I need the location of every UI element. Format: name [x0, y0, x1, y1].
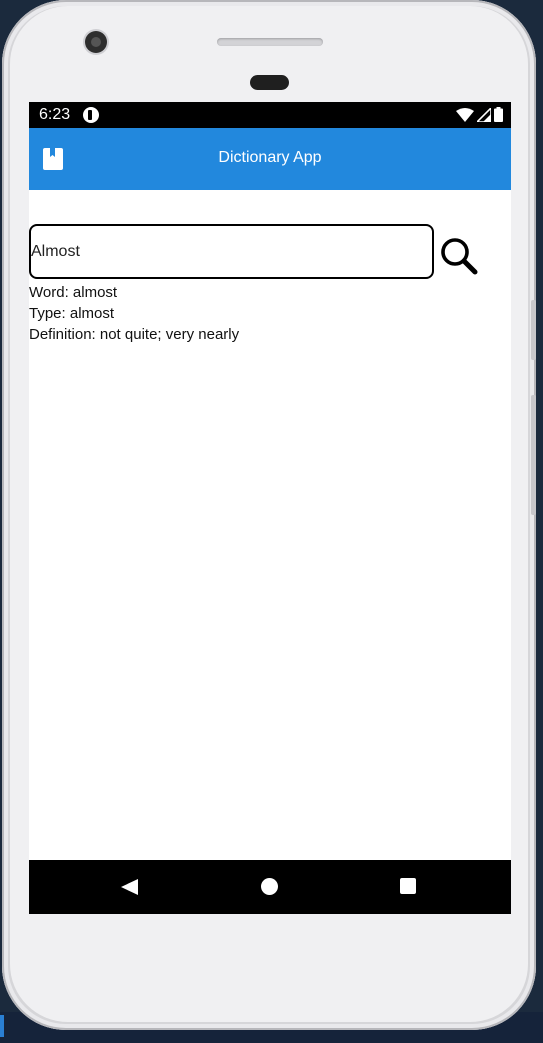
phone-frame: 6:23 Dictionary App Almost Word: almost … — [2, 0, 536, 1030]
power-button — [531, 395, 536, 515]
search-row — [29, 224, 511, 280]
app-title: Dictionary App — [218, 149, 322, 166]
home-icon[interactable] — [261, 878, 278, 895]
search-box — [29, 224, 434, 279]
status-time: 6:23 — [39, 106, 71, 123]
result-word: Word: almost — [29, 284, 118, 301]
result-type: Type: almost — [29, 305, 115, 322]
wifi-icon — [456, 107, 474, 122]
app-notification-icon — [83, 107, 99, 123]
app-bar: Dictionary App — [29, 128, 511, 190]
volume-button — [531, 300, 536, 360]
back-icon[interactable] — [121, 879, 138, 895]
search-input[interactable] — [31, 226, 426, 277]
result-definition: Definition: not quite; very nearly — [29, 326, 240, 343]
recent-apps-icon[interactable] — [400, 878, 416, 894]
cell-signal-icon — [477, 107, 491, 122]
battery-icon — [494, 107, 503, 122]
status-bar: 6:23 — [29, 102, 511, 128]
system-nav-bar — [29, 860, 511, 914]
definition-result: Word: almost Type: almost Definition: no… — [29, 282, 239, 345]
proximity-sensor — [250, 75, 289, 90]
app-screen: 6:23 Dictionary App Almost Word: almost … — [29, 102, 511, 914]
earpiece-speaker — [217, 38, 323, 46]
front-camera — [85, 31, 107, 53]
taskbar-accent — [0, 1015, 4, 1037]
search-icon[interactable] — [439, 236, 479, 276]
status-icons — [456, 107, 503, 122]
